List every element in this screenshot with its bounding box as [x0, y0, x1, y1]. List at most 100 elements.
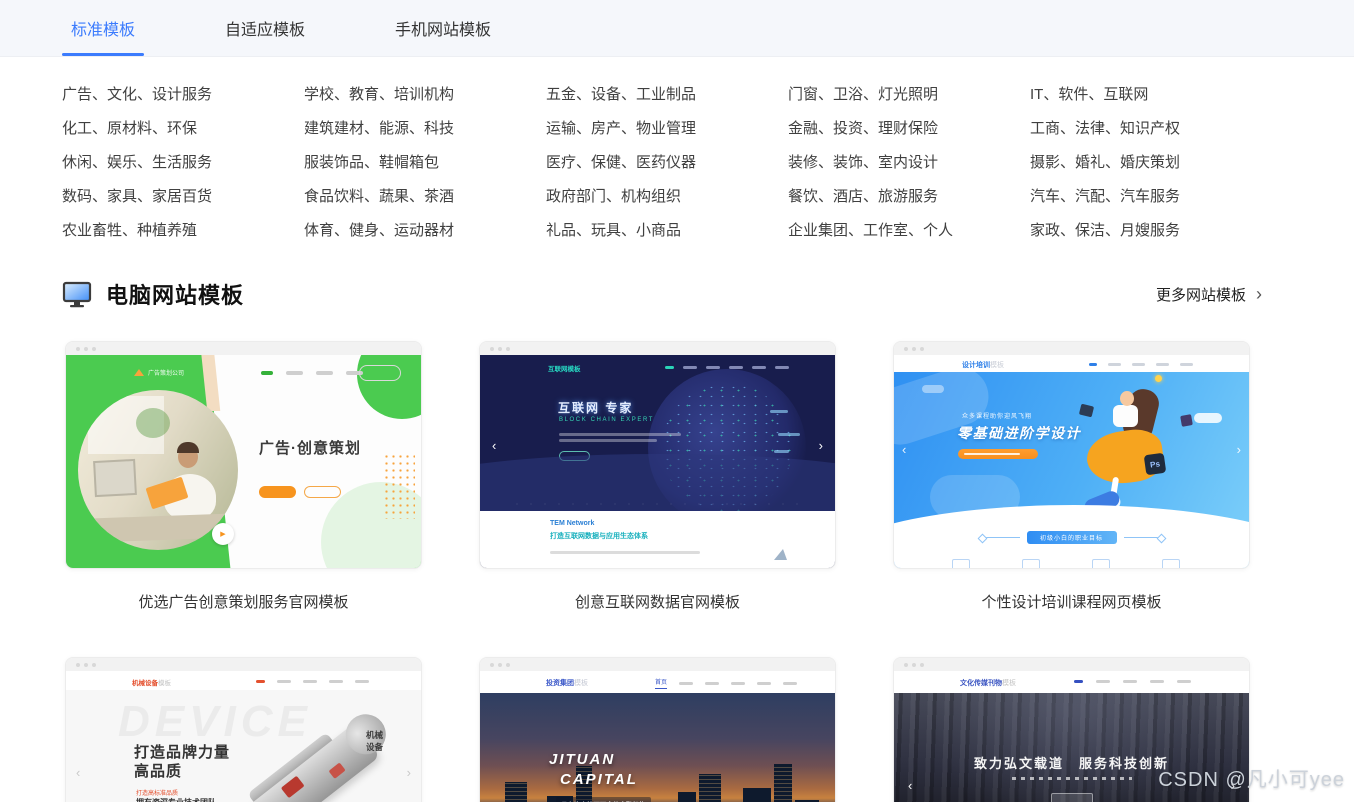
template-caption[interactable]: 个性设计培训课程网页模板	[893, 593, 1250, 613]
chevron-right-icon: ›	[1256, 285, 1262, 303]
preview-badge	[958, 449, 1038, 459]
category-item[interactable]: IT、软件、互联网	[1030, 85, 1272, 119]
section-header: 电脑网站模板 更多网站模板 ›	[62, 277, 1262, 311]
ps-badge-icon: Ps	[1144, 453, 1167, 476]
preview-nav: 首页	[655, 677, 797, 689]
carousel-next-icon: ›	[407, 766, 411, 779]
template-type-tab[interactable]: 标准模板	[62, 0, 144, 56]
preview-nav-button	[359, 365, 401, 381]
preview-heading: 互联网 专家	[558, 399, 633, 416]
template-preview-internet: 互联网模板 互联网 专家 BLOCK CHAIN EXPERT TEM Netw…	[480, 355, 835, 568]
preview-logo: 文化传媒刊物模板	[960, 678, 1016, 688]
csdn-watermark: CSDN @凡小可yee	[1158, 763, 1345, 792]
template-type-tab[interactable]: 手机网站模板	[386, 0, 500, 56]
preview-secondary-button	[304, 486, 341, 498]
category-item[interactable]: 广告、文化、设计服务	[62, 85, 304, 119]
template-cell: 设计培训模板 众多课程助你迎风飞翔 零基础进阶学设计 Ps	[893, 341, 1250, 613]
template-preview-machine: 机械设备模板 DEVICE 打造品牌力量 高品质 打造高标准品质 拥有资深专业技…	[66, 671, 421, 802]
template-cell: 投资集团模板 首页 JIT	[479, 657, 836, 802]
template-preview-ad: 广告策划公司 ▶ 广告·创意策划	[66, 355, 421, 568]
category-item[interactable]: 金融、投资、理财保险	[788, 119, 1030, 153]
preview-subheading: 具有资产管理理念的金融机构	[556, 797, 651, 802]
category-item[interactable]: 运输、房产、物业管理	[546, 119, 788, 153]
template-card-ad[interactable]: 广告策划公司 ▶ 广告·创意策划	[65, 341, 422, 569]
template-card-machine[interactable]: 机械设备模板 DEVICE 打造品牌力量 高品质 打造高标准品质 拥有资深专业技…	[65, 657, 422, 802]
floating-tile-icon	[1180, 414, 1193, 427]
template-preview-capital: 投资集团模板 首页 JIT	[480, 671, 835, 802]
template-cell: 机械设备模板 DEVICE 打造品牌力量 高品质 打造高标准品质 拥有资深专业技…	[65, 657, 422, 802]
category-grid: 广告、文化、设计服务 化工、原材料、环保 休闲、娱乐、生活服务 数码、家具、家居…	[62, 85, 1272, 255]
monitor-icon	[62, 281, 92, 308]
preview-heading: 打造品牌力量 高品质	[134, 743, 230, 781]
category-item[interactable]: 政府部门、机构组织	[546, 187, 788, 221]
window-chrome	[480, 658, 835, 671]
window-chrome	[894, 342, 1249, 355]
category-item[interactable]: 学校、教育、培训机构	[304, 85, 546, 119]
category-item[interactable]: 家政、保洁、月嫂服务	[1030, 221, 1272, 255]
preview-section-subtitle: 打造互联网数据与应用生态体系	[550, 531, 648, 541]
category-item[interactable]: 企业集团、工作室、个人	[788, 221, 1030, 255]
template-caption[interactable]: 创意互联网数据官网模板	[479, 593, 836, 613]
carousel-prev-icon: ‹	[492, 439, 496, 452]
preview-logo: 互联网模板	[548, 363, 581, 373]
preview-heading: JITUAN	[549, 751, 615, 768]
preview-logo: 机械设备模板	[132, 677, 171, 687]
preview-heading: CAPITAL	[560, 771, 638, 788]
category-item[interactable]: 数码、家具、家居百货	[62, 187, 304, 221]
category-item[interactable]: 农业畜牲、种植养殖	[62, 221, 304, 255]
category-item[interactable]: 化工、原材料、环保	[62, 119, 304, 153]
preview-nav	[261, 371, 363, 375]
preview-micro-text	[1012, 777, 1132, 780]
preview-nav	[256, 680, 369, 683]
category-item[interactable]: 工商、法律、知识产权	[1030, 119, 1272, 153]
category-item[interactable]: 服装饰品、鞋帽箱包	[304, 153, 546, 187]
category-item[interactable]: 装修、装饰、室内设计	[788, 153, 1030, 187]
preview-tag: 打造高标准品质	[136, 788, 178, 797]
template-card-capital[interactable]: 投资集团模板 首页 JIT	[479, 657, 836, 802]
preview-logo: 设计培训模板	[962, 360, 1004, 370]
category-item[interactable]: 汽车、汽配、汽车服务	[1030, 187, 1272, 221]
more-templates-link[interactable]: 更多网站模板 ›	[1156, 284, 1262, 305]
template-caption[interactable]: 优选广告创意策划服务官网模板	[65, 593, 422, 613]
template-preview-design: 设计培训模板 众多课程助你迎风飞翔 零基础进阶学设计 Ps	[894, 355, 1249, 568]
carousel-prev-icon: ‹	[76, 766, 80, 779]
lightbulb-icon	[1155, 375, 1162, 382]
preview-heading: 零基础进阶学设计	[957, 423, 1081, 443]
category-item[interactable]: 五金、设备、工业制品	[546, 85, 788, 119]
preview-nav	[1089, 363, 1193, 366]
template-cell: 互联网模板 互联网 专家 BLOCK CHAIN EXPERT TEM Netw…	[479, 341, 836, 613]
carousel-prev-icon: ‹	[902, 443, 906, 456]
template-cell: 广告策划公司 ▶ 广告·创意策划 优选广告创意策划服务官网模板	[65, 341, 422, 613]
category-item[interactable]: 门窗、卫浴、灯光照明	[788, 85, 1030, 119]
category-item[interactable]: 餐饮、酒店、旅游服务	[788, 187, 1030, 221]
template-type-tab[interactable]: 自适应模板	[216, 0, 314, 56]
preview-logo: 广告策划公司	[134, 368, 184, 377]
preview-subheading: 拥有资深专业技术团队	[136, 797, 216, 802]
preview-cta-button	[1051, 793, 1093, 802]
tab-label: 标准模板	[71, 16, 135, 40]
category-item[interactable]: 食品饮料、蔬果、茶酒	[304, 187, 546, 221]
preview-tagline: 众多课程助你迎风飞翔	[962, 411, 1032, 420]
template-card-grid: 广告策划公司 ▶ 广告·创意策划 优选广告创意策划服务官网模板	[65, 341, 1250, 802]
carousel-prev-icon: ‹	[908, 779, 912, 792]
category-item[interactable]: 体育、健身、运动器材	[304, 221, 546, 255]
tab-label: 自适应模板	[225, 16, 305, 40]
template-card-design[interactable]: 设计培训模板 众多课程助你迎风飞翔 零基础进阶学设计 Ps	[893, 341, 1250, 569]
chart-graphic	[774, 549, 787, 560]
category-item[interactable]: 休闲、娱乐、生活服务	[62, 153, 304, 187]
preview-subheading: BLOCK CHAIN EXPERT	[559, 417, 654, 423]
category-item[interactable]: 建筑建材、能源、科技	[304, 119, 546, 153]
dot-pattern	[383, 453, 415, 519]
category-item[interactable]: 摄影、婚礼、婚庆策划	[1030, 153, 1272, 187]
preview-nav	[1074, 680, 1191, 683]
preview-cta-button	[259, 486, 296, 498]
window-chrome	[66, 658, 421, 671]
category-item[interactable]: 礼品、玩具、小商品	[546, 221, 788, 255]
window-chrome	[480, 342, 835, 355]
template-card-internet[interactable]: 互联网模板 互联网 专家 BLOCK CHAIN EXPERT TEM Netw…	[479, 341, 836, 569]
category-item[interactable]: 医疗、保健、医药仪器	[546, 153, 788, 187]
carousel-next-icon: ›	[1237, 443, 1241, 456]
floating-tile-icon	[1079, 404, 1094, 418]
section-title: 电脑网站模板	[106, 278, 244, 310]
city-skyline-photo	[480, 693, 835, 802]
